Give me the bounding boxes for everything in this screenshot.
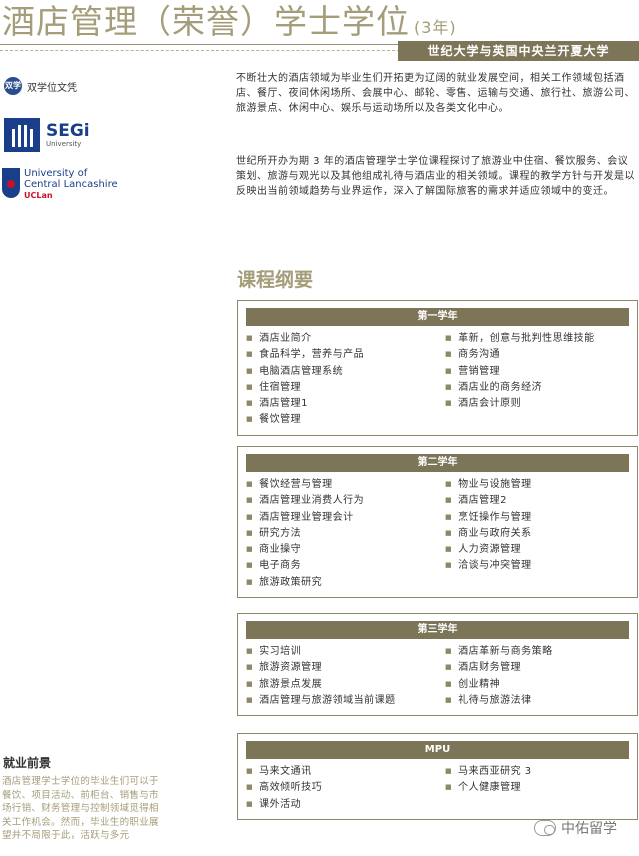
course-item: 酒店管理业消费人行为 <box>246 493 445 509</box>
career-heading: 就业前景 <box>3 756 52 770</box>
course-item: 实习培训 <box>246 644 445 660</box>
dual-degree-logo: 双学位 双学位文凭 <box>4 77 77 108</box>
course-item: 高效倾听技巧 <box>246 780 445 796</box>
course-item: 商业操守 <box>246 542 445 558</box>
course-list-left: 餐饮经营与管理 酒店管理业消费人行为 酒店管理业管理会计 研究方法 商业操守 电… <box>246 477 445 591</box>
course-item: 礼待与旅游法律 <box>445 693 553 709</box>
course-item: 酒店会计原则 <box>445 396 595 412</box>
course-list-right: 酒店革新与商务策略 酒店财务管理 创业精神 礼待与旅游法律 <box>445 644 553 709</box>
watermark: 中佑留学 <box>534 818 617 838</box>
course-item: 酒店业简介 <box>246 331 445 347</box>
title-years: (3年) <box>414 18 457 37</box>
course-item: 旅游政策研究 <box>246 575 445 591</box>
course-item: 马来西亚研究 3 <box>445 764 532 780</box>
syllabus-box-mpu: MPU 马来文通讯 高效倾听技巧 课外活动 马来西亚研究 3 个人健康管理 <box>237 733 638 820</box>
course-item: 烹饪操作与管理 <box>445 510 532 526</box>
course-list-right: 物业与设施管理 酒店管理2 烹饪操作与管理 商业与政府关系 人力资源管理 洽谈与… <box>445 477 532 591</box>
course-list-right: 马来西亚研究 3 个人健康管理 <box>445 764 532 813</box>
syllabus-box-title: MPU <box>246 741 629 759</box>
course-item: 研究方法 <box>246 526 445 542</box>
course-list-right: 革新，创意与批判性思维技能 商务沟通 营销管理 酒店业的商务经济 酒店会计原则 <box>445 331 595 429</box>
uclan-line2: Central Lancashire <box>24 179 118 190</box>
segi-pillars-icon <box>4 118 40 152</box>
course-item: 革新，创意与批判性思维技能 <box>445 331 595 347</box>
course-item: 酒店管理与旅游领域当前课题 <box>246 693 445 709</box>
course-item: 酒店管理业管理会计 <box>246 510 445 526</box>
course-item: 洽谈与冲突管理 <box>445 558 532 574</box>
course-item: 酒店管理2 <box>445 493 532 509</box>
course-item: 酒店管理1 <box>246 396 445 412</box>
course-list-left: 实习培训 旅游资源管理 旅游景点发展 酒店管理与旅游领域当前课题 <box>246 644 445 709</box>
wechat-icon <box>534 820 556 836</box>
course-list-left: 酒店业简介 食品科学，营养与产品 电脑酒店管理系统 住宿管理 酒店管理1 餐饮管… <box>246 331 445 429</box>
course-item: 物业与设施管理 <box>445 477 532 493</box>
segi-name: SEGi <box>46 121 90 141</box>
course-item: 住宿管理 <box>246 380 445 396</box>
university-banner: 世纪大学与英国中央兰开夏大学 <box>398 41 639 61</box>
course-item: 商业与政府关系 <box>445 526 532 542</box>
syllabus-box-year1: 第一学年 酒店业简介 食品科学，营养与产品 电脑酒店管理系统 住宿管理 酒店管理… <box>237 300 638 436</box>
intro-paragraph-1: 不断壮大的酒店领域为毕业生们开拓更为辽阔的就业发展空间，相关工作领域包括酒店、餐… <box>236 73 635 114</box>
uclan-line1: University of <box>24 168 88 179</box>
syllabus-box-title: 第三学年 <box>246 621 629 639</box>
uclan-logo: University of Central Lancashire UCLan <box>2 168 118 201</box>
dual-degree-label: 双学位文凭 <box>27 82 77 94</box>
course-item: 电脑酒店管理系统 <box>246 364 445 380</box>
course-item: 商务沟通 <box>445 347 595 363</box>
course-item: 创业精神 <box>445 677 553 693</box>
course-item: 旅游景点发展 <box>246 677 445 693</box>
course-item: 旅游资源管理 <box>246 660 445 676</box>
syllabus-box-year3: 第三学年 实习培训 旅游资源管理 旅游景点发展 酒店管理与旅游领域当前课题 酒店… <box>237 613 638 717</box>
course-item: 酒店革新与商务策略 <box>445 644 553 660</box>
uclan-short: UCLan <box>24 191 53 200</box>
career-paragraph: 酒店管理学士学位的毕业生们可以于餐饮、项目活动、前柜台、销售与市场行销、财务管理… <box>2 776 159 841</box>
course-item: 马来文通讯 <box>246 764 445 780</box>
banner-dashed-line <box>0 50 400 52</box>
course-item: 食品科学，营养与产品 <box>246 347 445 363</box>
course-item: 课外活动 <box>246 797 445 813</box>
segi-subtitle: University <box>46 140 82 148</box>
intro-paragraph-2: 世纪所开办为期 3 年的酒店管理学士学位课程探讨了旅游业中住宿、餐饮服务、会议策… <box>236 156 635 197</box>
syllabus-heading: 课程纲要 <box>237 269 314 291</box>
course-list-left: 马来文通讯 高效倾听技巧 课外活动 <box>246 764 445 813</box>
watermark-text: 中佑留学 <box>561 821 617 837</box>
syllabus-box-year2: 第二学年 餐饮经营与管理 酒店管理业消费人行为 酒店管理业管理会计 研究方法 商… <box>237 446 638 599</box>
page-title: 酒店管理（荣誉）学士学位 (3年) <box>2 2 457 48</box>
course-item: 人力资源管理 <box>445 542 532 558</box>
course-item: 餐饮经营与管理 <box>246 477 445 493</box>
syllabus-box-title: 第一学年 <box>246 308 629 326</box>
uclan-crest-icon <box>2 168 20 198</box>
title-text: 酒店管理（荣誉）学士学位 <box>2 2 410 41</box>
course-item: 酒店财务管理 <box>445 660 553 676</box>
course-item: 餐饮管理 <box>246 412 445 428</box>
course-item: 电子商务 <box>246 558 445 574</box>
course-item: 酒店业的商务经济 <box>445 380 595 396</box>
course-item: 营销管理 <box>445 364 595 380</box>
segi-logo: SEGi University <box>4 118 90 152</box>
dual-degree-icon: 双学位 <box>4 77 22 108</box>
course-item: 个人健康管理 <box>445 780 532 796</box>
syllabus-box-title: 第二学年 <box>246 454 629 472</box>
